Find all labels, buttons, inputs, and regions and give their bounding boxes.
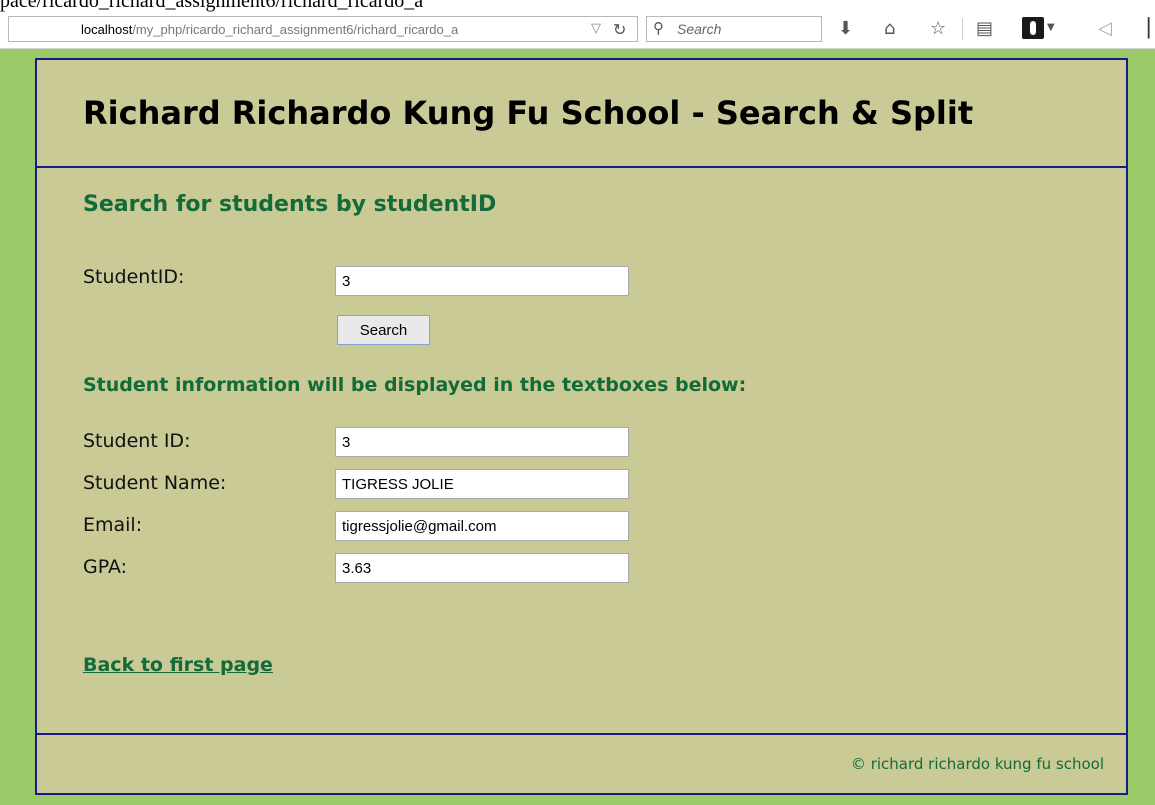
search-section-title: Search for students by studentID — [83, 192, 497, 217]
chevron-down-icon[interactable]: ▼ — [1047, 22, 1055, 33]
search-placeholder: Search — [677, 21, 722, 37]
page-header: Richard Richardo Kung Fu School - Search… — [37, 60, 1126, 168]
email-field[interactable] — [335, 511, 629, 541]
student-id-label: Student ID: — [83, 430, 191, 452]
search-button[interactable]: Search — [337, 315, 430, 345]
page-footer: © richard richardo kung fu school — [37, 735, 1126, 795]
gpa-field[interactable] — [335, 553, 629, 583]
back-to-first-page-link[interactable]: Back to first page — [83, 654, 273, 676]
url-dropdown-icon[interactable]: ▽ — [591, 21, 601, 36]
url-bar[interactable]: localhost/my_php/ricardo_richard_assignm… — [8, 16, 638, 42]
overflow-edge: ▏ — [1148, 18, 1155, 39]
student-name-label: Student Name: — [83, 472, 227, 494]
url-host: localhost — [81, 22, 133, 37]
studentid-search-input[interactable] — [335, 266, 629, 296]
home-icon[interactable]: ⌂ — [884, 18, 895, 40]
main-content: Search for students by studentID Student… — [37, 168, 1126, 735]
download-icon[interactable]: ⬇ — [838, 18, 853, 40]
search-bar[interactable]: ⚲ Search — [646, 16, 822, 42]
extension-icon[interactable] — [1022, 17, 1044, 39]
send-icon[interactable]: ◁ — [1098, 18, 1112, 40]
search-icon: ⚲ — [653, 19, 664, 37]
email-label: Email: — [83, 514, 143, 536]
page-container: Richard Richardo Kung Fu School - Search… — [35, 58, 1128, 795]
reload-icon[interactable]: ↻ — [613, 20, 626, 39]
page-title: Richard Richardo Kung Fu School - Search… — [83, 94, 974, 132]
browser-toolbar: localhost/my_php/ricardo_richard_assignm… — [0, 12, 1155, 49]
cropped-top-strip: pace/ricardo_richard_assignment6/richard… — [0, 0, 1155, 12]
student-id-field[interactable] — [335, 427, 629, 457]
info-section-title: Student information will be displayed in… — [83, 374, 747, 396]
student-name-field[interactable] — [335, 469, 629, 499]
copyright-text: © richard richardo kung fu school — [850, 755, 1104, 773]
studentid-label: StudentID: — [83, 266, 185, 288]
url-path: /my_php/ricardo_richard_assignment6/rich… — [132, 22, 459, 37]
gpa-label: GPA: — [83, 556, 128, 578]
star-icon[interactable]: ☆ — [930, 18, 946, 40]
url-text: localhost/my_php/ricardo_richard_assignm… — [81, 22, 543, 37]
reader-icon[interactable]: ▤ — [976, 18, 993, 40]
cropped-text: pace/ricardo_richard_assignment6/richard… — [0, 0, 424, 12]
toolbar-separator — [962, 18, 963, 40]
